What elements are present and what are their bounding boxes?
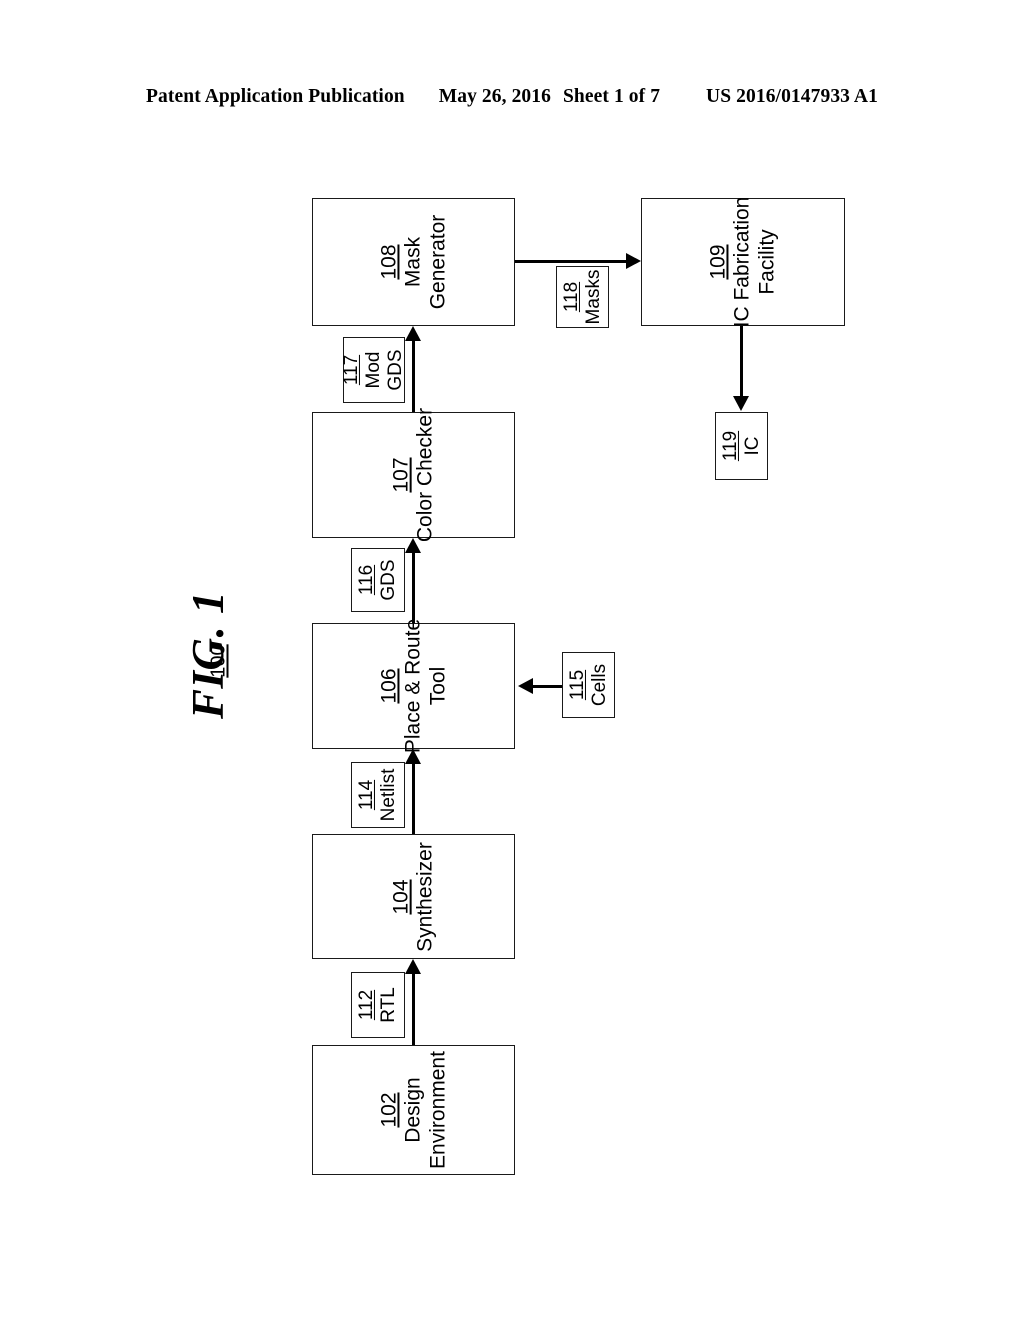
block-ic-fabrication-facility-ref: 109 [706,244,730,280]
chip-rtl-text: 112 RTL [356,987,400,1023]
block-place-and-route-tool-text: 106 Place & Route Tool [377,619,450,753]
chip-gds: 116 GDS [351,548,405,612]
chip-gds-ref: 116 [355,564,377,596]
connector-gds-arrowhead [404,538,421,553]
chip-ic-text: 119 IC [719,431,763,461]
block-place-and-route-tool-label-line2: Tool [425,666,449,706]
chip-mod-gds: 117 Mod GDS [341,337,407,403]
chip-masks-ref: 118 [560,281,582,313]
block-place-and-route-tool-label-line1: Place & Route [401,618,425,754]
block-ic-fabrication-facility-text: 109 IC Fabrication Facility [706,197,779,328]
figure-reference-number: 100 [196,638,242,684]
chip-ic: 119 IC [715,412,768,480]
figure-number-text: 100 [207,644,230,678]
block-place-and-route-tool-ref: 106 [376,668,400,704]
chip-rtl-ref: 112 [355,989,377,1021]
block-ic-fabrication-facility-label-line1: IC Fabrication [730,196,754,328]
block-synthesizer-label: Synthesizer [413,841,437,952]
chip-ic-ref: 119 [719,430,741,462]
chip-netlist: 114 Netlist [351,762,405,828]
connector-mod-gds-line [412,340,415,412]
connector-netlist-arrowhead [404,749,421,764]
block-color-checker: 107 Color Checker [312,408,515,542]
chip-masks-text: 118 Masks [560,270,604,325]
chip-rtl: 112 RTL [351,972,405,1038]
connector-mod-gds-arrowhead [404,326,421,341]
connector-ic-line [740,326,743,398]
block-mask-generator: 108 Mask Generator [312,198,515,326]
connector-rtl-arrowhead [404,959,421,974]
chip-masks: 118 Masks [556,266,609,328]
block-synthesizer: 104 Synthesizer [312,834,515,959]
chip-mod-gds-label-line2: GDS [385,349,407,391]
connector-gds-line [412,552,415,624]
block-color-checker-text: 107 Color Checker [389,408,438,542]
block-synthesizer-ref: 104 [389,878,413,915]
block-synthesizer-text: 104 Synthesizer [389,842,438,952]
block-mask-generator-ref: 108 [376,244,400,280]
connector-ic-arrowhead [733,396,749,411]
block-ic-fabrication-facility: 109 IC Fabrication Facility [641,197,845,328]
block-design-environment-text: 102 Design Environment [377,1051,450,1169]
chip-masks-label: Masks [582,269,604,325]
block-place-and-route-tool: 106 Place & Route Tool [312,619,515,753]
chip-ic-label: IC [741,436,763,456]
chip-mod-gds-ref: 117 [340,354,362,386]
block-design-environment: 102 Design Environment [312,1045,515,1175]
block-ic-fabrication-facility-label-line2: Facility [755,229,779,295]
chip-mod-gds-label-line1: Mod [362,351,384,389]
chip-gds-label: GDS [378,559,399,601]
block-mask-generator-text: 108 Mask Generator [377,215,450,310]
chip-cells-label: Cells [588,663,610,707]
chip-gds-text: 116 GDS [356,559,400,600]
connector-cells-line [533,685,563,688]
connector-netlist-line [412,763,415,835]
chip-netlist-text: 114 Netlist [356,769,400,822]
patent-figure-1: FIG. 1 100 108 Mask Generator 109 IC Fab… [0,0,1024,1320]
chip-cells: 115 Cells [562,652,615,718]
block-mask-generator-label-line2: Generator [425,214,449,310]
chip-cells-text: 115 Cells [566,664,610,706]
connector-cells-arrowhead [518,677,533,694]
chip-cells-ref: 115 [566,669,588,701]
block-mask-generator-label-line1: Mask [401,236,425,288]
connector-rtl-line [412,973,415,1045]
block-design-environment-label-line1: Design [401,1077,425,1143]
chip-netlist-label: Netlist [378,768,399,822]
block-color-checker-label: Color Checker [413,407,437,543]
connector-masks-line [515,260,628,263]
chip-netlist-ref: 114 [355,779,377,811]
block-design-environment-ref: 102 [376,1092,400,1128]
chip-mod-gds-text: 117 Mod GDS [341,349,407,390]
block-design-environment-label-line2: Environment [425,1051,449,1169]
block-color-checker-ref: 107 [389,457,413,493]
connector-masks-arrowhead [626,252,641,269]
chip-rtl-label: RTL [378,987,399,1023]
